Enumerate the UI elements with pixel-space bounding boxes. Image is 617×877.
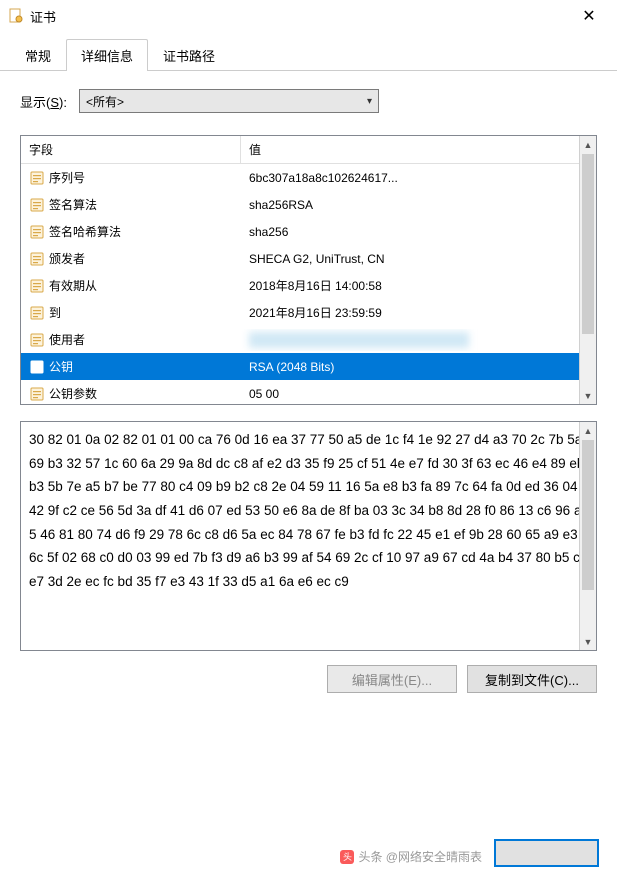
header-field[interactable]: 字段 [21,136,241,163]
copy-to-file-button[interactable]: 复制到文件(C)... [467,665,597,693]
table-row[interactable]: 签名哈希算法sha256 [21,218,596,245]
field-icon [29,224,45,240]
window-title: 证书 [30,7,56,26]
show-filter-row: 显示(S): <所有> ▾ [20,89,597,113]
table-row[interactable]: 签名算法sha256RSA [21,191,596,218]
table-row[interactable]: 公钥参数05 00 [21,380,596,404]
field-value-cell: 2021年8月16日 23:59:59 [241,301,596,324]
field-value-cell: 05 00 [241,384,596,404]
scroll-down-icon[interactable]: ▼ [580,387,596,404]
watermark: 头 头条 @网络安全晴雨表 [340,848,482,865]
field-name-cell: 签名算法 [21,193,241,216]
field-value-cell: 6bc307a18a8c102624617... [241,168,596,188]
fields-scrollbar[interactable]: ▲ ▼ [579,136,596,404]
field-icon [29,359,45,375]
field-value-cell: 2018年8月16日 14:00:58 [241,274,596,297]
field-value-cell: █████████████ [241,329,596,351]
ok-button[interactable] [494,839,599,867]
table-row[interactable]: 到2021年8月16日 23:59:59 [21,299,596,326]
field-name-cell: 使用者 [21,328,241,351]
field-name-cell: 公钥参数 [21,382,241,404]
tab-general[interactable]: 常规 [10,39,66,71]
field-value-cell: SHECA G2, UniTrust, CN [241,249,596,269]
field-icon [29,332,45,348]
field-name-cell: 颁发者 [21,247,241,270]
fields-header: 字段 值 [21,136,596,164]
value-scrollbar[interactable]: ▲ ▼ [579,422,596,650]
field-name-cell: 公钥 [21,355,241,378]
value-pane[interactable]: 30 82 01 0a 02 82 01 01 00 ca 76 0d 16 e… [20,421,597,651]
field-icon [29,170,45,186]
field-value-cell: RSA (2048 Bits) [241,357,596,377]
table-row[interactable]: 使用者█████████████ [21,326,596,353]
field-icon [29,197,45,213]
edit-properties-button: 编辑属性(E)... [327,665,457,693]
fields-table[interactable]: 字段 值 序列号6bc307a18a8c102624617...签名算法sha2… [20,135,597,405]
table-row[interactable]: 公钥RSA (2048 Bits) [21,353,596,380]
field-name-cell: 序列号 [21,166,241,189]
chevron-down-icon: ▾ [367,96,372,107]
field-icon [29,251,45,267]
button-row: 编辑属性(E)... 复制到文件(C)... [20,665,597,693]
show-label: 显示(S): [20,92,67,111]
scroll-up-icon[interactable]: ▲ [580,422,596,439]
field-name-cell: 有效期从 [21,274,241,297]
certificate-icon [8,8,24,24]
header-value[interactable]: 值 [241,136,596,163]
scroll-down-icon[interactable]: ▼ [580,633,596,650]
show-select[interactable]: <所有> ▾ [79,89,379,113]
scroll-thumb[interactable] [582,154,594,334]
tab-strip: 常规 详细信息 证书路径 [0,32,617,71]
field-icon [29,278,45,294]
tab-details[interactable]: 详细信息 [66,39,148,71]
field-value-cell: sha256 [241,222,596,242]
show-select-value: <所有> [86,93,124,110]
field-icon [29,305,45,321]
tab-path[interactable]: 证书路径 [148,39,230,71]
scroll-up-icon[interactable]: ▲ [580,136,596,153]
table-row[interactable]: 颁发者SHECA G2, UniTrust, CN [21,245,596,272]
close-button[interactable]: ✕ [569,2,609,30]
field-value-cell: sha256RSA [241,195,596,215]
titlebar: 证书 ✕ [0,0,617,32]
table-row[interactable]: 序列号6bc307a18a8c102624617... [21,164,596,191]
watermark-icon: 头 [340,850,354,864]
scroll-thumb[interactable] [582,440,594,590]
field-name-cell: 签名哈希算法 [21,220,241,243]
field-icon [29,386,45,402]
field-name-cell: 到 [21,301,241,324]
table-row[interactable]: 有效期从2018年8月16日 14:00:58 [21,272,596,299]
